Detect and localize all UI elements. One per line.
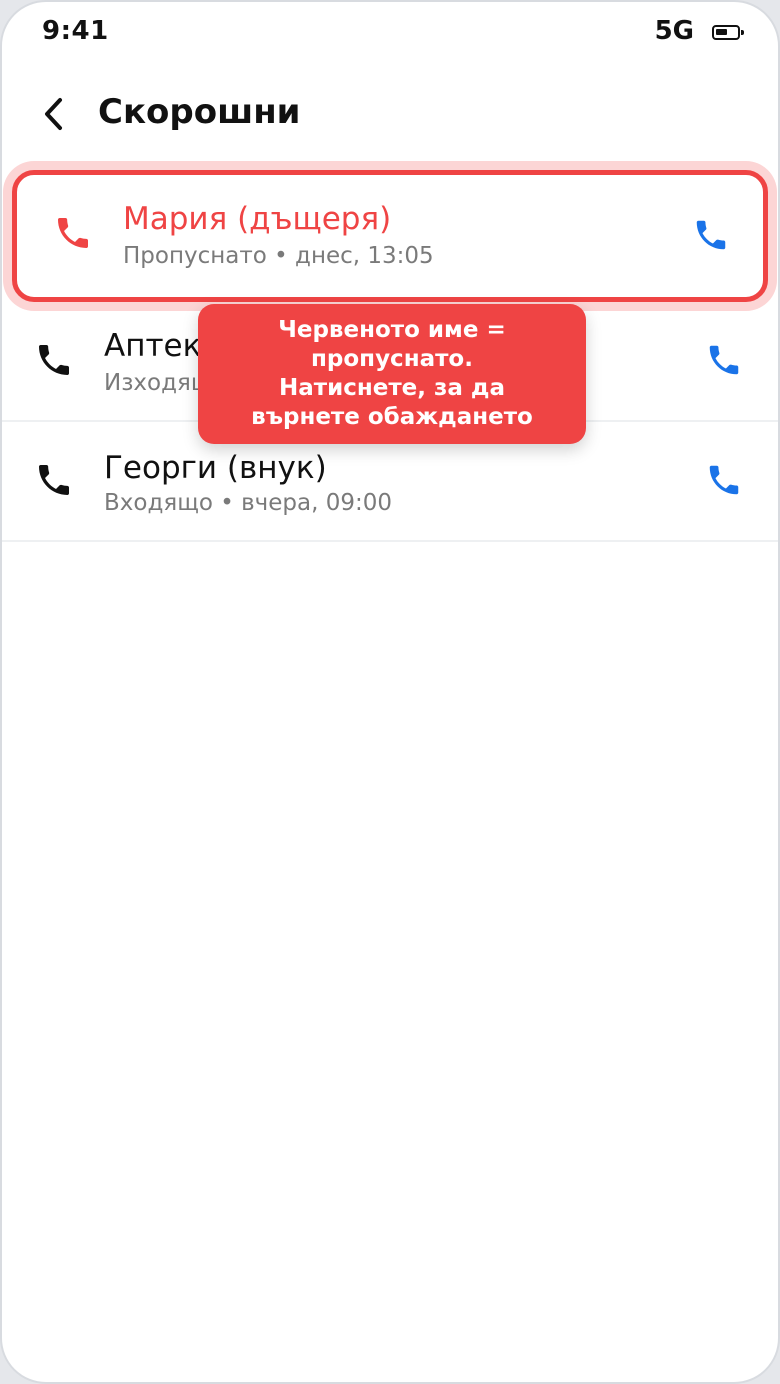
phone-icon <box>709 345 739 375</box>
header: Скорошни <box>2 72 778 156</box>
tooltip-line: Натиснете, за да <box>278 375 505 401</box>
outgoing-call-icon <box>39 345 69 375</box>
callback-button[interactable] <box>683 207 739 263</box>
phone-icon <box>696 220 726 250</box>
tooltip-text: Червеното име = пропуснато. Натиснете, з… <box>251 316 533 432</box>
tooltip-line: Червеното име = <box>278 317 506 343</box>
callback-button[interactable] <box>696 452 752 508</box>
incoming-call-icon <box>39 465 69 495</box>
battery-icon <box>712 25 744 40</box>
tooltip-line: пропуснато. <box>311 346 473 372</box>
chevron-left-icon <box>45 98 62 130</box>
contact-name: Георги (внук) <box>104 450 327 486</box>
phone-screen: 9:41 5G Скорошни Мария (дъщеря) Пропусна… <box>0 0 780 1384</box>
network-indicator: 5G <box>654 16 694 46</box>
call-row-maria[interactable]: Мария (дъщеря) Пропуснато • днес, 13:05 <box>12 170 768 302</box>
battery-level <box>716 29 727 35</box>
callback-button[interactable] <box>696 332 752 388</box>
back-button[interactable] <box>28 88 80 140</box>
tooltip-missed-call-hint: Червеното име = пропуснато. Натиснете, з… <box>198 304 586 444</box>
call-detail: Входящо • вчера, 09:00 <box>104 490 393 516</box>
status-bar: 9:41 5G <box>2 2 778 62</box>
phone-icon <box>709 465 739 495</box>
missed-call-icon <box>58 218 88 248</box>
page-title: Скорошни <box>98 92 301 132</box>
status-time: 9:41 <box>42 16 109 46</box>
call-detail: Пропуснато • днес, 13:05 <box>123 243 434 269</box>
contact-name: Мария (дъщеря) <box>123 201 392 237</box>
tooltip-line: върнете обаждането <box>251 404 533 430</box>
